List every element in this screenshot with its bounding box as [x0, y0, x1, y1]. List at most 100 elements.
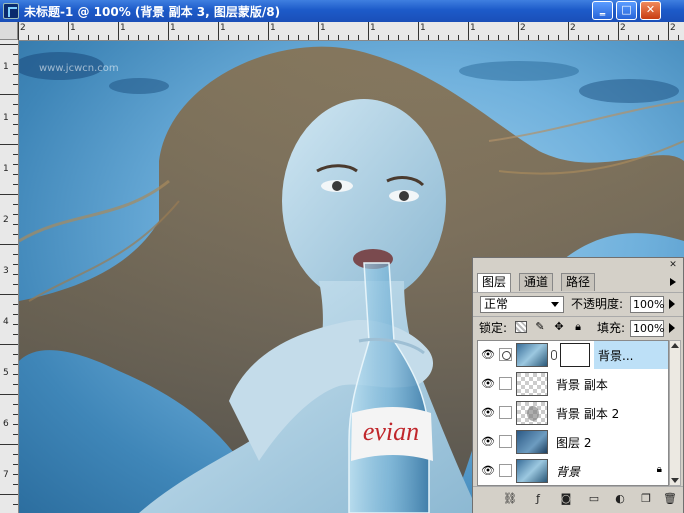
ruler-tick [13, 154, 18, 155]
layer-name-cell[interactable]: 背景 副本 [552, 370, 668, 398]
layer-link-box[interactable] [499, 435, 512, 448]
eye-icon[interactable]: 👁︎ [481, 407, 495, 419]
lock-image-pixels-icon[interactable]: ✎ [534, 321, 546, 333]
eye-icon[interactable]: 👁︎ [481, 378, 495, 390]
layers-panel[interactable]: ✕ 图层 通道 路径 正常 不透明度: 100% 锁定: ✎ ✥ 🔒︎ 填充: … [472, 257, 684, 513]
layer-thumbnail[interactable] [516, 430, 548, 454]
layer-thumbnail[interactable] [516, 372, 548, 396]
panel-header[interactable]: ✕ [473, 258, 683, 272]
fill-slider-arrow-icon[interactable] [668, 320, 677, 337]
eye-icon[interactable]: 👁︎ [481, 465, 495, 477]
ruler-tick [0, 244, 18, 245]
chain-link-icon[interactable] [551, 350, 557, 360]
ruler-number: 1 [3, 164, 9, 174]
scroll-up-icon[interactable] [671, 343, 679, 348]
ruler-number: 1 [470, 23, 476, 33]
layer-mask-indicator-icon[interactable] [499, 348, 512, 361]
layer-link-box[interactable] [499, 464, 512, 477]
ruler-tick [238, 35, 239, 40]
ruler-tick [13, 414, 18, 415]
ruler-tick [13, 464, 18, 465]
horizontal-ruler[interactable]: 2 1 1 1 1 1 1 1 1 1 2 2 2 2 [0, 22, 684, 41]
eye-icon[interactable]: 👁︎ [481, 349, 495, 361]
link-layers-icon[interactable]: ⛓︎ [503, 492, 517, 506]
layer-name-cell[interactable]: 背景... [594, 341, 668, 369]
ruler-number: 4 [3, 317, 9, 327]
ruler-number: 1 [270, 23, 276, 33]
ruler-origin[interactable] [0, 22, 18, 40]
tab-channels[interactable]: 通道 [519, 273, 554, 291]
layer-thumbnail[interactable] [516, 401, 548, 425]
add-mask-icon[interactable]: ◙ [559, 492, 573, 506]
ruler-tick [13, 304, 18, 305]
ruler-tick [468, 22, 469, 40]
layers-scrollbar[interactable] [669, 340, 681, 486]
ruler-number: 1 [220, 23, 226, 33]
lock-transparent-pixels-icon[interactable] [515, 321, 527, 333]
ruler-tick [13, 314, 18, 315]
layer-link-box[interactable] [499, 406, 512, 419]
new-layer-icon[interactable]: ❐ [639, 492, 653, 506]
delete-layer-icon[interactable]: 🗑︎ [663, 492, 677, 506]
layer-name-cell[interactable]: 背景 副本 2 [552, 399, 668, 427]
ruler-tick [88, 35, 89, 40]
layer-row[interactable]: 👁︎ 背景 副本 [478, 370, 668, 400]
ruler-tick [13, 84, 18, 85]
layer-mask-thumbnail[interactable] [560, 343, 590, 367]
lock-fill-row: 锁定: ✎ ✥ 🔒︎ 填充: 100% [473, 316, 683, 341]
ruler-tick [638, 35, 639, 40]
ruler-tick [13, 254, 18, 255]
layer-row[interactable]: 👁︎ 背景 副本 2 [478, 399, 668, 429]
ruler-number: 1 [70, 23, 76, 33]
ruler-number: 7 [3, 470, 9, 480]
layer-name-cell[interactable]: 背景 🔒︎ [552, 457, 668, 485]
tab-layers[interactable]: 图层 [477, 273, 512, 292]
lock-all-icon[interactable]: 🔒︎ [572, 321, 584, 333]
layer-row[interactable]: 👁︎ 图层 2 [478, 428, 668, 458]
lock-position-icon[interactable]: ✥ [553, 321, 565, 333]
opacity-input[interactable]: 100% [630, 296, 664, 313]
ruler-number: 2 [670, 23, 676, 33]
minimize-button[interactable]: ‗ [592, 1, 613, 20]
ruler-tick [13, 404, 18, 405]
ruler-tick [578, 35, 579, 40]
blend-mode-select[interactable]: 正常 [480, 296, 564, 313]
layer-thumbnail[interactable] [516, 343, 548, 367]
eye-icon[interactable]: 👁︎ [481, 436, 495, 448]
layer-row[interactable]: 👁︎ 背景... [478, 341, 668, 371]
ruler-tick [358, 35, 359, 40]
ruler-tick [13, 364, 18, 365]
ruler-number: 1 [120, 23, 126, 33]
ruler-number: 2 [570, 23, 576, 33]
panel-menu-arrow-icon[interactable] [669, 276, 679, 286]
adjustment-layer-icon[interactable]: ◐ [613, 492, 627, 506]
ruler-number: 2 [520, 23, 526, 33]
ruler-tick [108, 35, 109, 40]
tab-paths[interactable]: 路径 [561, 273, 596, 291]
layers-list[interactable]: 👁︎ 背景... 👁︎ 背景 副本 👁︎ 背景 副本 2 👁︎ 图层 2 👁︎ … [477, 340, 669, 486]
layer-name-cell[interactable]: 图层 2 [552, 428, 668, 456]
layer-row[interactable]: 👁︎ 背景 🔒︎ [478, 457, 668, 485]
ruler-tick [13, 284, 18, 285]
vertical-ruler[interactable]: 1 1 1 2 3 4 5 6 7 [0, 40, 19, 513]
ruler-tick [648, 35, 649, 40]
ruler-tick [13, 204, 18, 205]
fill-input[interactable]: 100% [630, 320, 664, 337]
layer-thumbnail[interactable] [516, 459, 548, 483]
ruler-number: 1 [3, 113, 9, 123]
ruler-number: 2 [620, 23, 626, 33]
panel-collapse-icon[interactable]: ✕ [667, 260, 679, 270]
close-button[interactable]: ✕ [640, 1, 661, 20]
scroll-down-icon[interactable] [671, 478, 679, 483]
layer-style-icon[interactable]: ƒ [531, 492, 545, 506]
ruler-tick [13, 374, 18, 375]
layer-link-box[interactable] [499, 377, 512, 390]
ruler-tick [448, 35, 449, 40]
new-group-icon[interactable]: ▭ [587, 492, 601, 506]
ruler-tick [78, 35, 79, 40]
ruler-tick [13, 264, 18, 265]
ruler-tick [618, 22, 619, 40]
window-title-bar[interactable]: 未标题-1 @ 100% (背景 副本 3, 图层蒙版/8) ‗ □ ✕ [0, 0, 684, 22]
opacity-slider-arrow-icon[interactable] [668, 296, 677, 313]
maximize-button[interactable]: □ [616, 1, 637, 20]
